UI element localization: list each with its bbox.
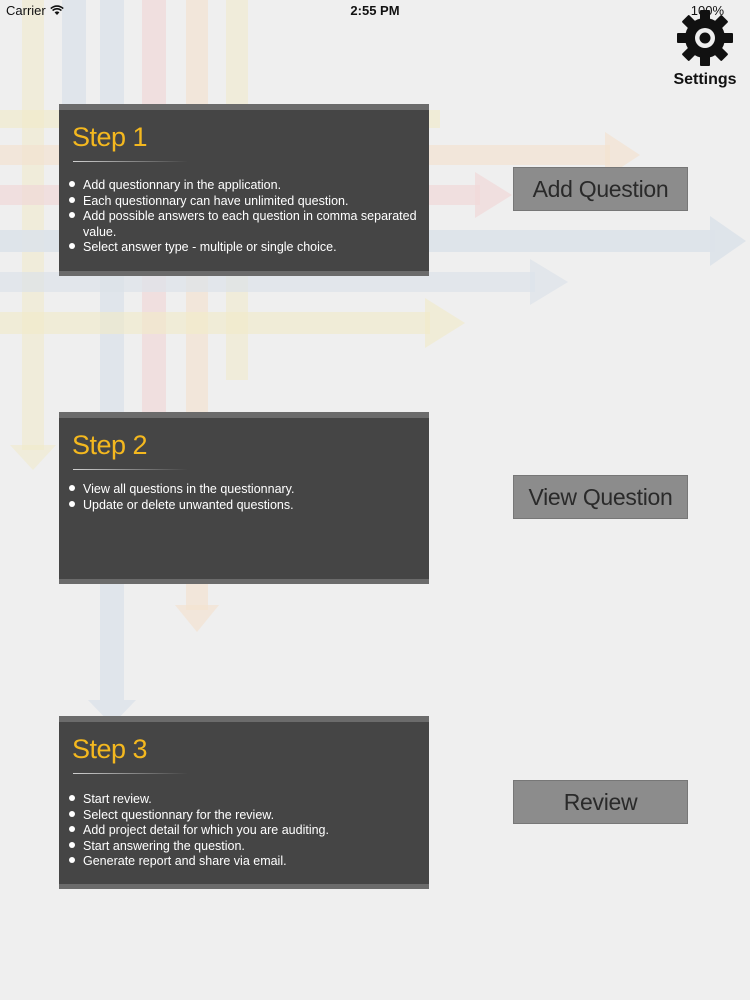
- step-1-panel: Step 1 Add questionnary in the applicati…: [59, 104, 429, 276]
- step-3-title: Step 3: [72, 734, 148, 764]
- list-item: Select questionnary for the review.: [69, 808, 419, 824]
- review-button[interactable]: Review: [513, 780, 688, 824]
- list-item: Each questionnary can have unlimited que…: [69, 194, 419, 210]
- step-3-list: Start review. Select questionnary for th…: [69, 792, 419, 870]
- step-2-panel: Step 2 View all questions in the questio…: [59, 412, 429, 584]
- step-3-divider: [73, 773, 188, 774]
- list-item: Add possible answers to each question in…: [69, 209, 419, 240]
- step-1-list: Add questionnary in the application. Eac…: [69, 178, 419, 256]
- list-item: Update or delete unwanted questions.: [69, 498, 419, 514]
- list-item: Add project detail for which you are aud…: [69, 823, 419, 839]
- view-question-button[interactable]: View Question: [513, 475, 688, 519]
- view-question-label: View Question: [528, 483, 673, 510]
- step-1-title: Step 1: [72, 122, 148, 152]
- step-2-divider: [73, 469, 188, 470]
- gear-icon: [677, 10, 733, 66]
- list-item: Start answering the question.: [69, 839, 419, 855]
- settings-label: Settings: [673, 71, 737, 88]
- step-2-list: View all questions in the questionnary. …: [69, 482, 419, 513]
- step-3-panel: Step 3 Start review. Select questionnary…: [59, 716, 429, 889]
- status-bar: Carrier 2:55 PM 100%: [0, 0, 750, 22]
- list-item: Start review.: [69, 792, 419, 808]
- step-1-divider: [73, 161, 188, 162]
- list-item: View all questions in the questionnary.: [69, 482, 419, 498]
- status-time: 2:55 PM: [350, 3, 400, 18]
- add-question-label: Add Question: [532, 175, 669, 202]
- list-item: Add questionnary in the application.: [69, 178, 419, 194]
- review-label: Review: [563, 788, 638, 815]
- list-item: Generate report and share via email.: [69, 854, 419, 870]
- settings-button[interactable]: Settings: [670, 8, 740, 92]
- add-question-button[interactable]: Add Question: [513, 167, 688, 211]
- list-item: Select answer type - multiple or single …: [69, 240, 419, 256]
- step-2-title: Step 2: [72, 430, 148, 460]
